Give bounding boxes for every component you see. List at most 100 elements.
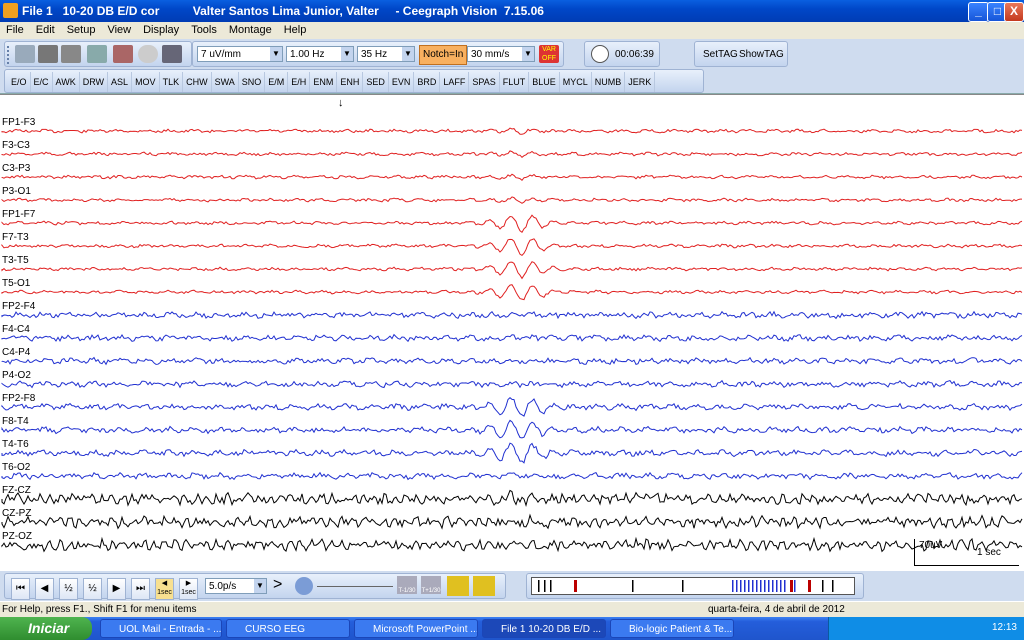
eeg-trace [1, 310, 1023, 320]
chevron-down-icon: ▼ [341, 47, 353, 61]
event-button-blue[interactable]: BLUE [529, 72, 560, 92]
first-page-icon[interactable]: ⏮ [11, 578, 30, 600]
next-half-page-icon[interactable]: ½ [83, 578, 102, 600]
event-button-sed[interactable]: SED [363, 72, 389, 92]
menu-display[interactable]: Display [137, 22, 185, 36]
event-button-e-m[interactable]: E/M [265, 72, 289, 92]
close-button[interactable]: X [1004, 2, 1024, 22]
eeg-display[interactable]: ↓ FP1-F3 F3-C3 C3-P3 P3-O1 FP1-F7 F7-T3 T3-T5 T… [0, 94, 1024, 571]
timeline-marker [538, 580, 540, 592]
event-button-tlk[interactable]: TLK [160, 72, 184, 92]
playback-rate-select[interactable]: 5.0p/s ▼ [205, 578, 267, 594]
var-off-button[interactable]: VAR OFF [539, 45, 559, 63]
speed-value: 30 mm/s [471, 49, 510, 60]
prev-half-page-icon[interactable]: ½ [59, 578, 78, 600]
event-button-awk[interactable]: AWK [53, 72, 80, 92]
menu-tools[interactable]: Tools [185, 22, 223, 36]
settag-button[interactable]: SetTAG [703, 49, 738, 60]
task-uol-mail[interactable]: UOL Mail - Entrada - ... [100, 619, 222, 638]
event-button-brd[interactable]: BRD [414, 72, 441, 92]
event-button-flut[interactable]: FLUT [500, 72, 530, 92]
window-title: File 1 10-20 DB E/D cor Valter Santos Li… [22, 4, 544, 18]
menu-edit[interactable]: Edit [30, 22, 61, 36]
speed-slider[interactable] [317, 586, 393, 587]
event-button-e-o[interactable]: E/O [8, 72, 31, 92]
prev-file-icon[interactable] [447, 576, 469, 596]
event-button-laff[interactable]: LAFF [440, 72, 470, 92]
timeline-marker [764, 580, 766, 592]
timeline-marker [544, 580, 546, 592]
timeline-marker [632, 580, 634, 592]
event-button-e-c[interactable]: E/C [31, 72, 53, 92]
event-button-drw[interactable]: DRW [80, 72, 109, 92]
channel-label: FZ-CZ [2, 485, 31, 496]
playback-rate-value: 5.0p/s [209, 581, 237, 592]
last-page-icon[interactable]: ⏭ [131, 578, 150, 600]
timer-group: 00:06:39 [584, 41, 660, 67]
next-file-icon[interactable] [473, 576, 495, 596]
step-back-button[interactable]: ◀ 1sec [155, 578, 174, 600]
menu-montage[interactable]: Montage [223, 22, 278, 36]
event-button-enm[interactable]: ENM [310, 72, 338, 92]
step-forward-button[interactable]: ▶ 1sec [179, 578, 198, 600]
start-button[interactable]: Iniciar [0, 617, 92, 640]
eeg-trace [1, 214, 1023, 234]
next-page-icon[interactable]: ▶ [107, 578, 126, 600]
play-arrow-icon[interactable]: > [273, 576, 282, 594]
main-toolbar: 7 uV/mm ▼ 1.00 Hz ▼ 35 Hz ▼ Notch=In 30 mm/… [0, 39, 1024, 67]
volume-knob-icon[interactable] [295, 577, 313, 595]
event-button-sno[interactable]: SNO [239, 72, 266, 92]
system-tray: 12:13 [828, 617, 1024, 640]
prev-page-icon[interactable]: ◀ [35, 578, 54, 600]
speed-select[interactable]: 30 mm/s ▼ [467, 46, 535, 62]
eeg-trace [1, 513, 1023, 530]
task-curso-eeg[interactable]: CURSO EEG [226, 619, 350, 638]
eeg-trace [1, 419, 1023, 439]
event-button-chw[interactable]: CHW [183, 72, 212, 92]
menu-file[interactable]: File [0, 22, 30, 36]
minimize-button[interactable]: _ [968, 2, 989, 22]
low-filter-select[interactable]: 1.00 Hz ▼ [286, 46, 354, 62]
eeg-trace [1, 356, 1023, 366]
title-bar: File 1 10-20 DB E/D cor Valter Santos Li… [0, 0, 1024, 22]
high-filter-select[interactable]: 35 Hz ▼ [357, 46, 415, 62]
file-tool-group [4, 41, 192, 67]
task-powerpoint[interactable]: Microsoft PowerPoint ... [354, 619, 478, 638]
notch-button[interactable]: Notch=In [419, 45, 468, 65]
eeg-trace [1, 442, 1023, 464]
monitor-icon[interactable] [162, 45, 182, 63]
print-icon[interactable] [38, 45, 58, 63]
event-button-jerk[interactable]: JERK [625, 72, 656, 92]
event-button-evn[interactable]: EVN [389, 72, 415, 92]
tag-group: SetTAG ShowTAG [694, 41, 788, 67]
showtag-button[interactable]: ShowTAG [739, 49, 784, 60]
preview-icon[interactable] [61, 45, 81, 63]
mpeg-icon[interactable] [87, 45, 107, 63]
sensitivity-select[interactable]: 7 uV/mm ▼ [197, 46, 283, 62]
timeline-marker [756, 580, 758, 592]
open-icon[interactable] [15, 45, 35, 63]
event-button-mov[interactable]: MOV [132, 72, 160, 92]
event-button-asl[interactable]: ASL [108, 72, 133, 92]
timeline-marker [744, 580, 746, 592]
menu-view[interactable]: View [101, 22, 137, 36]
timeline-marker [740, 580, 742, 592]
event-button-numb[interactable]: NUMB [592, 72, 626, 92]
image-icon[interactable] [113, 45, 133, 63]
task-ceegraph[interactable]: File 1 10-20 DB E/D ... [482, 619, 606, 638]
toolbar-grip[interactable] [7, 46, 12, 64]
event-button-spas[interactable]: SPAS [469, 72, 500, 92]
menu-help[interactable]: Help [278, 22, 313, 36]
next-frame-button[interactable]: T+1/30 [421, 576, 441, 594]
event-button-mycl[interactable]: MYCL [560, 72, 592, 92]
event-button-e-h[interactable]: E/H [288, 72, 311, 92]
eeg-trace [1, 173, 1023, 182]
playback-controls: ⏮ ◀ ½ ½ ▶ ⏭ ◀ 1sec ▶ 1sec 5.0p/s ▼ > T-1/30… [4, 573, 506, 600]
event-button-swa[interactable]: SWA [212, 72, 239, 92]
task-biologic[interactable]: Bio-logic Patient & Te... [610, 619, 734, 638]
menu-setup[interactable]: Setup [61, 22, 102, 36]
recording-timeline[interactable] [531, 577, 855, 595]
prev-frame-button[interactable]: T-1/30 [397, 576, 417, 594]
event-button-enh[interactable]: ENH [337, 72, 364, 92]
stopwatch-icon[interactable] [138, 45, 158, 63]
